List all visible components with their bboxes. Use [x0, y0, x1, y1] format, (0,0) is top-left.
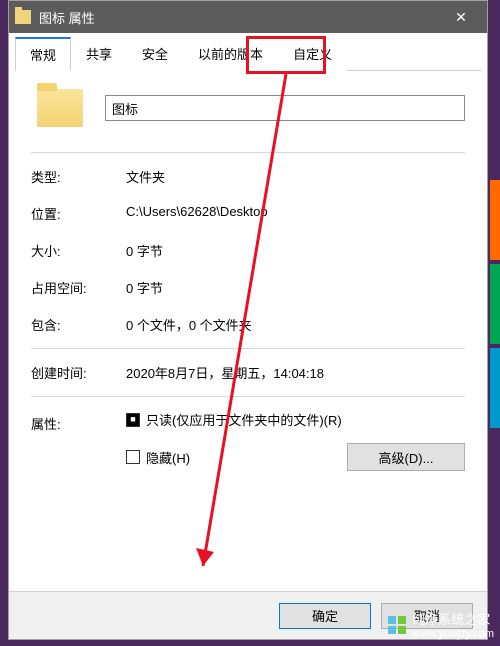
tab-content: 类型: 文件夹 位置: C:\Users\62628\Desktop 大小: 0… — [9, 71, 487, 591]
label-attributes: 属性: — [31, 410, 126, 471]
label-size: 大小: — [31, 241, 126, 260]
checkbox-icon — [126, 450, 140, 464]
value-type: 文件夹 — [126, 167, 465, 186]
label-created: 创建时间: — [31, 363, 126, 382]
row-size: 大小: 0 字节 — [31, 232, 465, 269]
row-contains: 包含: 0 个文件，0 个文件夹 — [31, 306, 465, 343]
value-size-on-disk: 0 字节 — [126, 278, 465, 297]
tab-previous-versions[interactable]: 以前的版本 — [183, 37, 278, 71]
tabs-container: 常规 共享 安全 以前的版本 自定义 — [9, 33, 487, 71]
row-created: 创建时间: 2020年8月7日，星期五，14:04:18 — [31, 354, 465, 391]
value-created: 2020年8月7日，星期五，14:04:18 — [126, 363, 465, 382]
folder-large-icon — [37, 89, 83, 127]
watermark-text: 纯净系统之家 — [412, 609, 494, 628]
advanced-button[interactable]: 高级(D)... — [347, 443, 465, 471]
checkbox-icon: ■ — [126, 413, 140, 427]
label-location: 位置: — [31, 204, 126, 223]
value-contains: 0 个文件，0 个文件夹 — [126, 315, 465, 334]
divider — [31, 348, 465, 349]
watermark: 纯净系统之家 www.ycwjzy.com — [388, 609, 494, 640]
label-type: 类型: — [31, 167, 126, 186]
watermark-logo-icon — [388, 616, 406, 634]
tab-security[interactable]: 安全 — [127, 37, 183, 71]
properties-dialog: 图标 属性 ✕ 常规 共享 安全 以前的版本 自定义 类型: 文件夹 位置: C… — [8, 0, 488, 640]
row-location: 位置: C:\Users\62628\Desktop — [31, 195, 465, 232]
checkbox-hidden[interactable]: 隐藏(H) — [126, 448, 190, 467]
checkbox-readonly[interactable]: ■ 只读(仅应用于文件夹中的文件)(R) — [126, 410, 465, 429]
ok-button[interactable]: 确定 — [279, 603, 371, 629]
folder-icon — [15, 10, 31, 24]
titlebar: 图标 属性 ✕ — [9, 1, 487, 33]
hidden-label: 隐藏(H) — [146, 448, 190, 467]
row-size-on-disk: 占用空间: 0 字节 — [31, 269, 465, 306]
readonly-label: 只读(仅应用于文件夹中的文件)(R) — [146, 410, 342, 429]
attr-bottom-row: 隐藏(H) 高级(D)... — [126, 443, 465, 471]
tab-sharing[interactable]: 共享 — [71, 37, 127, 71]
name-row — [31, 89, 465, 127]
divider — [31, 396, 465, 397]
watermark-url: www.ycwjzy.com — [412, 628, 494, 640]
value-size: 0 字节 — [126, 241, 465, 260]
label-size-on-disk: 占用空间: — [31, 278, 126, 297]
decorative-stripes — [490, 180, 500, 432]
value-location: C:\Users\62628\Desktop — [126, 204, 465, 223]
tab-customize[interactable]: 自定义 — [278, 37, 347, 71]
close-button[interactable]: ✕ — [441, 1, 481, 33]
folder-name-input[interactable] — [105, 95, 465, 121]
tabs: 常规 共享 安全 以前的版本 自定义 — [15, 37, 481, 71]
label-contains: 包含: — [31, 315, 126, 334]
row-type: 类型: 文件夹 — [31, 158, 465, 195]
window-title: 图标 属性 — [39, 8, 441, 27]
tab-general[interactable]: 常规 — [15, 37, 71, 71]
attributes-controls: ■ 只读(仅应用于文件夹中的文件)(R) 隐藏(H) 高级(D)... — [126, 410, 465, 471]
attributes-section: 属性: ■ 只读(仅应用于文件夹中的文件)(R) 隐藏(H) 高级(D)... — [31, 402, 465, 471]
divider — [31, 152, 465, 153]
